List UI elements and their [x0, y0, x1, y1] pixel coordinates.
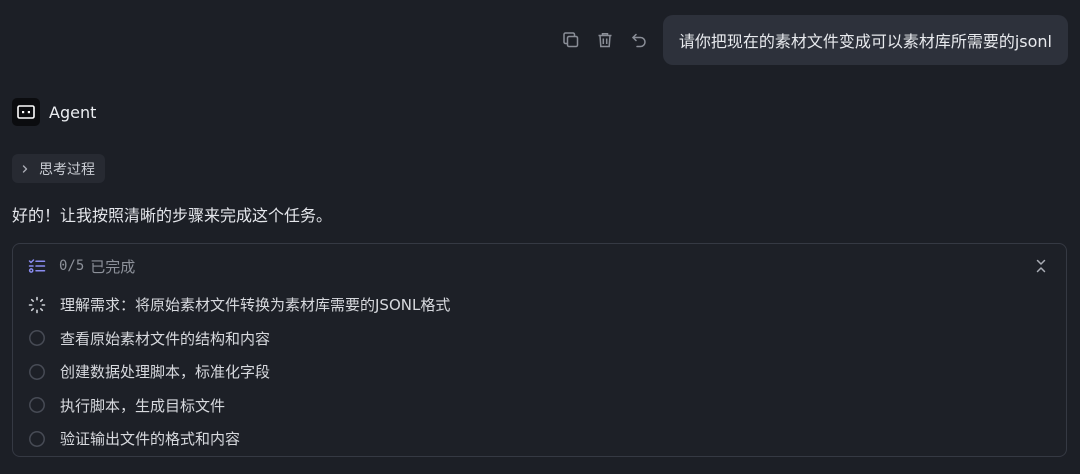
- user-message-row: 请你把现在的素材文件变成可以素材库所需要的jsonl: [547, 15, 1068, 65]
- agent-header: Agent: [12, 98, 96, 126]
- task-item-label: 查看原始素材文件的结构和内容: [60, 329, 271, 348]
- task-item: 验证输出文件的格式和内容: [28, 422, 1056, 456]
- checklist-icon: [28, 258, 46, 274]
- thinking-label: 思考过程: [39, 161, 95, 178]
- task-items: 理解需求：将原始素材文件转换为素材库需要的JSONL格式 查看原始素材文件的结构…: [28, 288, 1056, 456]
- thinking-toggle[interactable]: 思考过程: [12, 154, 105, 183]
- task-item-label: 创建数据处理脚本，标准化字段: [60, 363, 271, 382]
- task-item: 查看原始素材文件的结构和内容: [28, 322, 1056, 356]
- chevron-right-icon: [20, 164, 30, 174]
- task-list-card: 0/5 已完成 理解需求：将原始素材文件转换为素材库需要的JSONL格式 查看原…: [12, 243, 1067, 457]
- task-item-label: 验证输出文件的格式和内容: [60, 430, 241, 449]
- task-item-label: 执行脚本，生成目标文件: [60, 396, 226, 415]
- in-progress-spinner-icon: [28, 296, 46, 314]
- copy-icon[interactable]: [561, 30, 581, 50]
- agent-intro-text: 好的！让我按照清晰的步骤来完成这个任务。: [12, 206, 333, 225]
- pending-circle-icon: [28, 363, 46, 381]
- agent-icon: [12, 98, 40, 126]
- trash-icon[interactable]: [595, 30, 615, 50]
- collapse-icon[interactable]: [1030, 255, 1052, 277]
- task-progress-count: 0/5: [59, 258, 85, 274]
- message-actions: [547, 30, 649, 50]
- pending-circle-icon: [28, 430, 46, 448]
- chat-page: 请你把现在的素材文件变成可以素材库所需要的jsonl Agent 思考过程 好的…: [0, 0, 1080, 474]
- task-item: 执行脚本，生成目标文件: [28, 389, 1056, 423]
- pending-circle-icon: [28, 396, 46, 414]
- agent-name: Agent: [49, 102, 97, 122]
- task-list-header: 0/5 已完成: [28, 255, 1056, 277]
- user-message-bubble: 请你把现在的素材文件变成可以素材库所需要的jsonl: [662, 15, 1068, 65]
- task-progress-status: 已完成: [90, 257, 136, 276]
- task-item: 创建数据处理脚本，标准化字段: [28, 355, 1056, 389]
- task-item-label: 理解需求：将原始素材文件转换为素材库需要的JSONL格式: [60, 296, 451, 315]
- task-item: 理解需求：将原始素材文件转换为素材库需要的JSONL格式: [28, 288, 1056, 322]
- pending-circle-icon: [28, 329, 46, 347]
- undo-icon[interactable]: [629, 30, 649, 50]
